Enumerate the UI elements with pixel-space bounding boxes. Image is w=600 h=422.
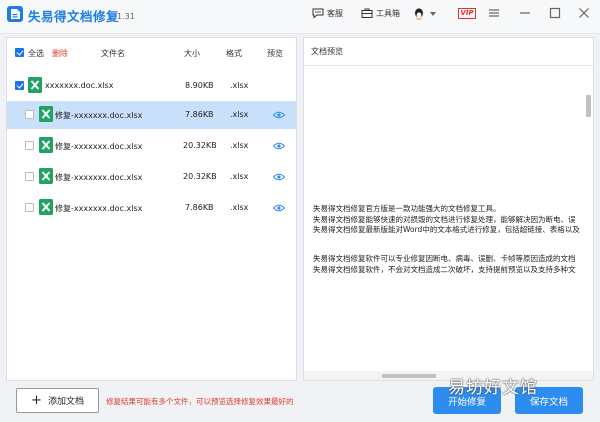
preview-divider	[304, 65, 593, 66]
file-format: .xlsx	[230, 172, 249, 181]
file-format: .xlsx	[230, 110, 249, 119]
chat-icon	[312, 8, 324, 19]
preview-line: 失易得文档修复官方版是一款功能强大的文档修复工具。	[313, 204, 501, 213]
file-row[interactable]: xxxxxxx.doc.xlsx 8.90KB .xlsx	[7, 72, 296, 100]
minimize-icon[interactable]	[518, 6, 532, 20]
file-checkbox[interactable]	[15, 81, 24, 90]
toolbox-icon	[361, 8, 373, 18]
select-all-label[interactable]: 全选	[28, 48, 44, 59]
close-icon[interactable]	[577, 6, 591, 20]
file-size: 20.32KB	[183, 141, 217, 150]
add-document-label: 添加文档	[47, 397, 84, 407]
column-header-name: 文件名	[101, 49, 125, 58]
preview-line: 失易得文档修复软件可以专业修复因断电、病毒、误删、卡帧等原因造成的文档	[313, 254, 576, 263]
column-header-preview: 预览	[267, 49, 283, 58]
file-row[interactable]: 修复-xxxxxxx.doc.xlsx 20.32KB .xlsx	[7, 132, 296, 160]
file-size: 8.90KB	[185, 81, 214, 90]
app-version: 1.31	[117, 12, 135, 21]
menu-icon[interactable]	[487, 6, 501, 20]
file-format: .xlsx	[230, 141, 249, 150]
maximize-icon[interactable]	[548, 6, 562, 20]
file-row[interactable]: 修复-xxxxxxx.doc.xlsx 7.86KB .xlsx	[7, 194, 296, 222]
file-checkbox[interactable]	[25, 141, 34, 150]
app-logo-icon	[7, 6, 23, 22]
file-name: 修复-xxxxxxx.doc.xlsx	[55, 204, 143, 213]
file-checkbox[interactable]	[25, 110, 34, 119]
file-size: 7.86KB	[185, 203, 214, 212]
file-name: xxxxxxx.doc.xlsx	[45, 81, 114, 90]
preview-eye-icon[interactable]	[273, 111, 285, 119]
vip-badge[interactable]: VIP	[458, 8, 476, 19]
file-name: 修复-xxxxxxx.doc.xlsx	[55, 173, 143, 182]
file-checkbox[interactable]	[25, 203, 34, 212]
toolbox-button[interactable]: 工具箱	[361, 7, 400, 19]
file-row[interactable]: 修复-xxxxxxx.doc.xlsx 20.32KB .xlsx	[7, 163, 296, 191]
preview-line: 失易得文档修复能够快速的对损毁的文档进行修复处理，能够解决因为断电、误	[313, 214, 576, 224]
preview-eye-icon[interactable]	[273, 142, 285, 150]
vertical-scrollbar[interactable]	[586, 95, 591, 117]
column-header-size: 大小	[184, 49, 200, 58]
excel-file-icon	[39, 137, 53, 153]
user-avatar-icon[interactable]	[412, 7, 426, 21]
preview-line: 失易得文档修复软件，不会对文档造成二次破坏，支持提前预览以及支持多种文	[313, 264, 576, 274]
excel-file-icon	[39, 168, 53, 184]
file-list-panel: 全选 删除 文件名 大小 格式 预览 xxxxxxx.doc.xlsx 8.90K…	[6, 37, 297, 381]
delete-button[interactable]: 删除	[52, 48, 68, 59]
preview-title: 文档预览	[311, 47, 343, 56]
toolbox-label: 工具箱	[376, 8, 400, 18]
file-name: 修复-xxxxxxx.doc.xlsx	[55, 142, 143, 151]
customer-service-label: 客服	[327, 8, 343, 18]
column-header-format: 格式	[226, 49, 242, 58]
file-checkbox[interactable]	[25, 172, 34, 181]
preview-line: 失易得文档修复最新版能对Word中的文本格式进行修复，包括超链接、表格以及	[313, 225, 580, 234]
file-format: .xlsx	[230, 81, 249, 90]
horizontal-scrollbar-thumb[interactable]	[382, 374, 436, 378]
select-all-checkbox[interactable]	[15, 48, 24, 57]
file-size: 7.86KB	[185, 110, 214, 119]
file-name: 修复-xxxxxxx.doc.xlsx	[55, 111, 143, 120]
plus-icon: +	[31, 393, 42, 408]
file-size: 20.32KB	[183, 172, 217, 181]
title-bar: 失易得文档修复 1.31 客服 工具箱 VIP	[0, 0, 600, 34]
customer-service-button[interactable]: 客服	[312, 7, 343, 19]
excel-file-icon	[39, 106, 53, 122]
document-preview-panel: 文档预览 失易得文档修复官方版是一款功能强大的文档修复工具。 失易得文档修复能够…	[303, 37, 594, 381]
add-document-button[interactable]: + 添加文档	[16, 388, 99, 413]
file-format: .xlsx	[230, 203, 249, 212]
app-title: 失易得文档修复	[28, 9, 120, 24]
chevron-down-icon[interactable]	[430, 12, 436, 17]
preview-eye-icon[interactable]	[273, 204, 285, 212]
file-row[interactable]: 修复-xxxxxxx.doc.xlsx 7.86KB .xlsx	[7, 101, 296, 129]
watermark: 易坊好文馆	[448, 378, 538, 398]
repair-hint: 修复结果可能有多个文件，可以预览选择修复效果最好的	[106, 397, 294, 406]
excel-file-icon	[39, 199, 53, 215]
excel-file-icon	[28, 77, 42, 93]
preview-eye-icon[interactable]	[273, 173, 285, 181]
